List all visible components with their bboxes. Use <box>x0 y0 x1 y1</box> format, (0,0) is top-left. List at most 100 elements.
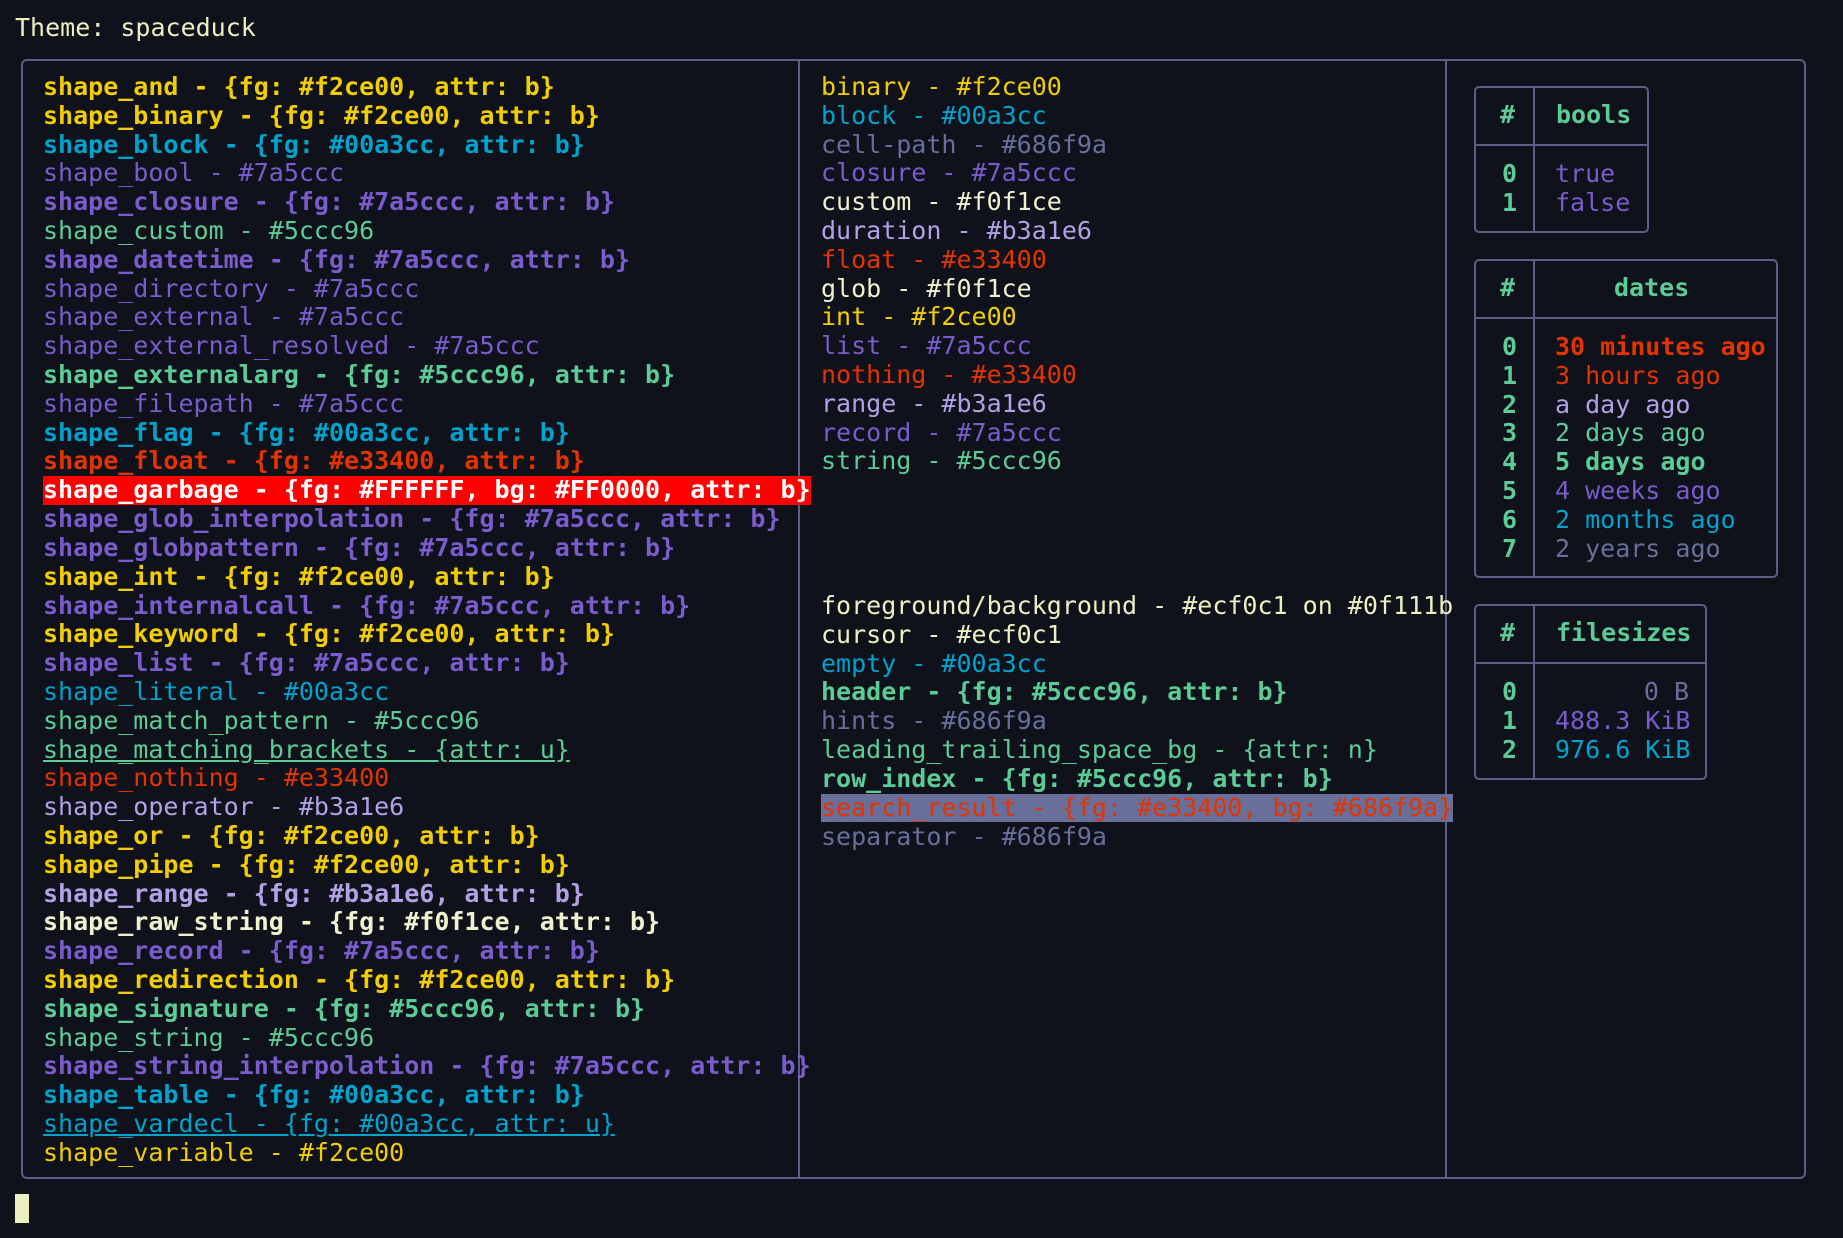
shape-color-entry: shape_keyword - {fg: #f2ce00, attr: b} <box>43 619 615 649</box>
dates-table: # dates 0 30 minutes ago 1 3 hours ago 2 a da… <box>1474 259 1778 578</box>
shape-color-entry: shape_string_interpolation - {fg: #7a5cc… <box>43 1051 811 1081</box>
shape-color-entry: shape_globpattern - {fg: #7a5ccc, attr: … <box>43 532 676 562</box>
type-color-entry: duration - #b3a1e6 <box>821 215 1092 245</box>
ui-color-entry: cursor - #ecf0c1 <box>821 619 1062 649</box>
dates-header: dates <box>1614 273 1690 302</box>
bools-header: bools <box>1556 100 1632 129</box>
shape-color-entry: shape_external - #7a5ccc <box>43 302 405 332</box>
row-index: 1 <box>1502 705 1518 735</box>
index-header: # <box>1500 100 1516 129</box>
shape-color-entry: shape_garbage - {fg: #FFFFFF, bg: #FF000… <box>43 475 811 505</box>
filesizes-value: 976.6 KiB <box>1555 734 1691 764</box>
dates-value: 3 hours ago <box>1555 360 1721 390</box>
shape-color-entry: shape_binary - {fg: #f2ce00, attr: b} <box>43 100 600 130</box>
shape-color-entry: shape_float - {fg: #e33400, attr: b} <box>43 446 585 476</box>
row-index: 3 <box>1502 418 1518 448</box>
dates-value: 2 months ago <box>1555 504 1736 534</box>
shape-color-entry: shape_custom - #5ccc96 <box>43 215 375 245</box>
filesizes-value: 0 B <box>1643 677 1689 706</box>
shape-color-entry: shape_datetime - {fg: #7a5ccc, attr: b} <box>43 244 630 274</box>
ui-color-entry: row_index - {fg: #5ccc96, attr: b} <box>821 763 1333 793</box>
type-color-entry: cell-path - #686f9a <box>821 129 1107 159</box>
filesizes-value: 488.3 KiB <box>1555 705 1691 735</box>
dates-value: 5 days ago <box>1555 447 1706 477</box>
terminal-cursor <box>15 1194 29 1223</box>
filesizes-table: # filesizes 0 0 B 1 488.3 KiB 2 976.6 KiB <box>1474 604 1707 780</box>
row-index: 6 <box>1502 504 1518 534</box>
shape-color-entry: shape_table - {fg: #00a3cc, attr: b} <box>43 1080 585 1110</box>
index-header: # <box>1500 618 1516 647</box>
shape-color-entry: shape_filepath - #7a5ccc <box>43 388 405 418</box>
shape-color-entry: shape_signature - {fg: #5ccc96, attr: b} <box>43 993 646 1023</box>
row-index: 7 <box>1502 533 1518 563</box>
shape-color-entry: shape_and - {fg: #f2ce00, attr: b} <box>43 72 555 101</box>
shape-colors-column: shape_and - {fg: #f2ce00, attr: b} shape_… <box>43 72 811 1167</box>
row-index: 0 <box>1502 677 1518 706</box>
row-index: 1 <box>1502 187 1518 217</box>
shape-color-entry: shape_closure - {fg: #7a5ccc, attr: b} <box>43 187 615 217</box>
shape-color-entry: shape_literal - #00a3cc <box>43 676 390 706</box>
ui-colors-column: foreground/background - #ecf0c1 on #0f11… <box>821 591 1454 851</box>
row-index: 0 <box>1502 332 1518 361</box>
shape-color-entry: shape_external_resolved - #7a5ccc <box>43 331 540 361</box>
shape-color-entry: shape_externalarg - {fg: #5ccc96, attr: … <box>43 359 676 389</box>
shape-color-entry: shape_redirection - {fg: #f2ce00, attr: … <box>43 964 676 994</box>
type-color-entry: float - #e33400 <box>821 244 1047 274</box>
shape-color-entry: shape_bool - #7a5ccc <box>43 158 345 188</box>
row-index: 0 <box>1502 159 1518 188</box>
shape-color-entry: shape_vardecl - {fg: #00a3cc, attr: u} <box>43 1108 615 1138</box>
bools-value: true <box>1555 159 1616 188</box>
type-color-entry: block - #00a3cc <box>821 100 1047 130</box>
shape-color-entry: shape_block - {fg: #00a3cc, attr: b} <box>43 129 585 159</box>
type-color-entry: custom - #f0f1ce <box>821 187 1062 217</box>
row-index: 5 <box>1502 476 1518 505</box>
ui-color-entry: foreground/background - #ecf0c1 on #0f11… <box>821 591 1454 620</box>
ui-color-entry: search_result - {fg: #e33400, bg: #686f9… <box>821 792 1454 823</box>
row-index: 2 <box>1502 734 1518 764</box>
dates-value: 30 minutes ago <box>1555 332 1766 361</box>
ui-color-entry: empty - #00a3cc <box>821 648 1047 678</box>
type-color-entry: nothing - #e33400 <box>821 359 1077 389</box>
shape-color-entry: shape_range - {fg: #b3a1e6, attr: b} <box>43 878 585 908</box>
type-colors-column: binary - #f2ce00 block - #00a3cc cell-path… <box>821 72 1107 476</box>
type-color-entry: range - #b3a1e6 <box>821 388 1047 418</box>
shape-color-entry: shape_glob_interpolation - {fg: #7a5ccc,… <box>43 504 781 534</box>
shape-color-entry: shape_or - {fg: #f2ce00, attr: b} <box>43 820 540 850</box>
shape-color-entry: shape_list - {fg: #7a5ccc, attr: b} <box>43 648 570 678</box>
filesizes-header: filesizes <box>1556 618 1692 647</box>
shape-color-entry: shape_int - {fg: #f2ce00, attr: b} <box>43 561 555 591</box>
shape-color-entry: shape_directory - #7a5ccc <box>43 273 420 303</box>
type-color-entry: binary - #f2ce00 <box>821 72 1062 101</box>
shape-color-entry: shape_operator - #b3a1e6 <box>43 792 405 822</box>
shape-color-entry: shape_internalcall - {fg: #7a5ccc, attr:… <box>43 590 691 620</box>
ui-color-entry: hints - #686f9a <box>821 706 1047 736</box>
type-color-entry: int - #f2ce00 <box>821 302 1017 332</box>
dates-value: a day ago <box>1555 389 1691 419</box>
shape-color-entry: shape_match_pattern - #5ccc96 <box>43 705 480 735</box>
shape-color-entry: shape_pipe - {fg: #f2ce00, attr: b} <box>43 849 570 879</box>
ui-color-entry: separator - #686f9a <box>821 821 1107 851</box>
shape-color-entry: shape_string - #5ccc96 <box>43 1022 375 1052</box>
shape-color-entry: shape_raw_string - {fg: #f0f1ce, attr: b… <box>43 907 661 937</box>
bools-value: false <box>1555 187 1631 217</box>
type-color-entry: string - #5ccc96 <box>821 446 1062 476</box>
shape-color-entry: shape_record - {fg: #7a5ccc, attr: b} <box>43 936 600 966</box>
row-index: 1 <box>1502 360 1518 390</box>
index-header: # <box>1500 273 1516 302</box>
shape-color-entry: shape_flag - {fg: #00a3cc, attr: b} <box>43 417 570 447</box>
type-color-entry: closure - #7a5ccc <box>821 158 1077 188</box>
shape-color-entry: shape_matching_brackets - {attr: u} <box>43 734 570 764</box>
type-color-entry: list - #7a5ccc <box>821 331 1032 361</box>
dates-value: 2 days ago <box>1555 418 1706 448</box>
ui-color-entry: header - {fg: #5ccc96, attr: b} <box>821 677 1288 707</box>
ui-color-entry: leading_trailing_space_bg - {attr: n} <box>821 734 1378 764</box>
shape-color-entry: shape_nothing - #e33400 <box>43 763 390 793</box>
row-index: 2 <box>1502 389 1518 419</box>
type-color-entry: record - #7a5ccc <box>821 417 1062 447</box>
type-color-entry: glob - #f0f1ce <box>821 273 1032 303</box>
bools-table: # bools 0 true 1 false <box>1474 86 1649 233</box>
dates-value: 2 years ago <box>1555 533 1721 563</box>
dates-value: 4 weeks ago <box>1555 476 1721 505</box>
theme-title: Theme: spaceduck <box>15 13 256 42</box>
shape-color-entry: shape_variable - #f2ce00 <box>43 1137 405 1167</box>
